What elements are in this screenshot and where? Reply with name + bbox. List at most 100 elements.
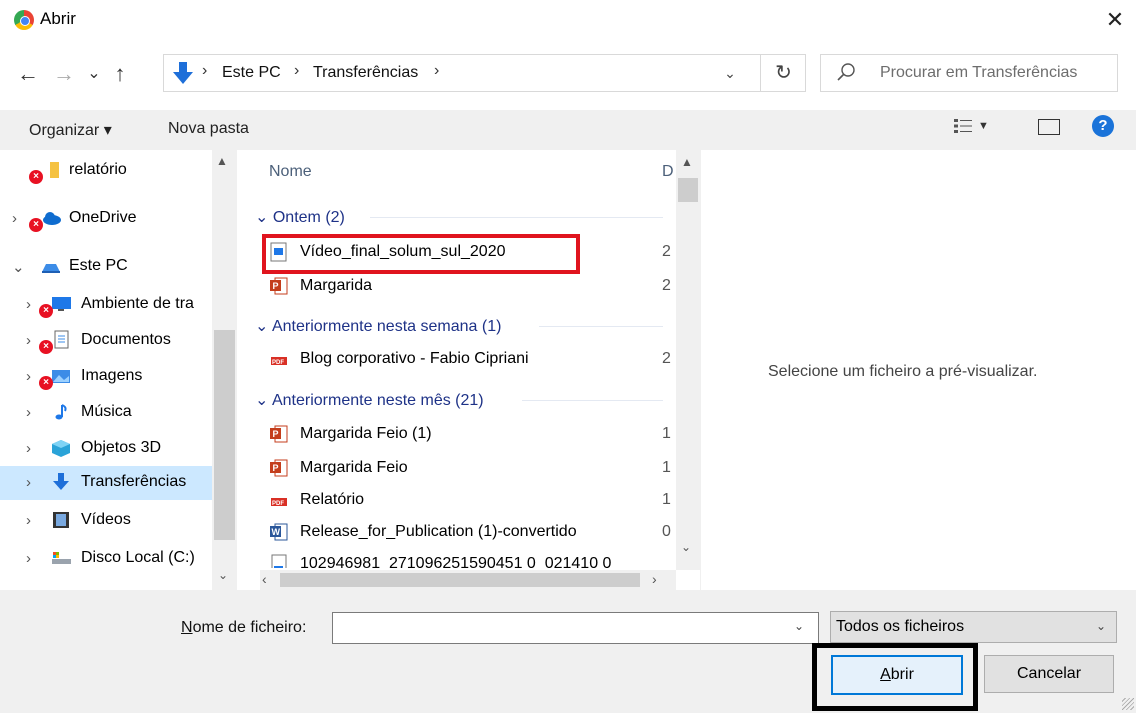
chevron-right-icon[interactable]: › <box>26 332 40 349</box>
sidebar-item-este-pc[interactable]: ⌄ Este PC <box>0 250 212 284</box>
sidebar-item-label: relatório <box>69 161 127 178</box>
address-dropdown-button[interactable]: ⌄ <box>718 60 742 86</box>
open-button[interactable]: Abrir <box>831 655 963 695</box>
sidebar-item-label: Documentos <box>81 331 171 348</box>
chevron-right-icon[interactable]: › <box>12 210 26 227</box>
filename-input[interactable] <box>332 612 819 644</box>
file-name: Blog corporativo - Fabio Cipriani <box>300 350 529 367</box>
sidebar-item-label: Imagens <box>81 367 143 384</box>
3d-objects-icon <box>50 438 72 458</box>
sidebar-item-v-deos[interactable]: › Vídeos <box>0 504 212 538</box>
scroll-left-icon[interactable]: ‹ <box>262 571 267 587</box>
scroll-up-icon[interactable]: ▲ <box>681 155 693 169</box>
sidebar-item-documentos[interactable]: › × Documentos <box>0 324 212 358</box>
sidebar-item-label: Vídeos <box>81 511 131 528</box>
column-header-name[interactable]: Nome <box>269 163 312 181</box>
help-icon[interactable]: ? <box>1092 115 1114 137</box>
group-header[interactable]: ⌄ Anteriormente neste mês (21) <box>255 390 484 410</box>
scroll-down-icon[interactable]: ⌄ <box>218 568 228 582</box>
view-dropdown-icon[interactable]: ▼ <box>978 120 989 132</box>
sidebar-item-m-sica[interactable]: › Música <box>0 396 212 430</box>
search-icon <box>837 63 855 81</box>
sidebar-item-objetos-3d[interactable]: › Objetos 3D <box>0 432 212 466</box>
file-row[interactable]: PDF Relatório 1: <box>258 486 672 516</box>
breadcrumb-transferencias[interactable]: Transferências <box>313 64 418 82</box>
chevron-right-icon[interactable]: › <box>26 368 40 385</box>
file-row[interactable]: 102946981_271096251590451 0_021410 00 <box>258 550 658 568</box>
music-icon <box>50 402 72 422</box>
file-list-vertical-scrollbar[interactable] <box>676 150 700 570</box>
filename-label: Nome de ficheiro: <box>181 619 307 636</box>
group-divider <box>522 400 663 401</box>
chevron-down-icon[interactable]: ⌄ <box>794 619 804 633</box>
cancel-button[interactable]: Cancelar <box>984 655 1114 693</box>
sidebar-item-ambiente-de-tra[interactable]: › × Ambiente de tra <box>0 288 212 322</box>
file-row[interactable]: PDF Blog corporativo - Fabio Cipriani 2 <box>258 345 671 375</box>
chevron-down-icon[interactable]: ⌄ <box>1096 619 1106 633</box>
resize-grip-icon[interactable] <box>1122 698 1134 710</box>
scroll-up-icon[interactable]: ▲ <box>216 154 228 168</box>
close-button[interactable]: ✕ <box>1100 6 1130 34</box>
chevron-right-icon[interactable]: › <box>26 550 40 567</box>
group-header[interactable]: ⌄ Anteriormente nesta semana (1) <box>255 316 501 336</box>
scroll-right-icon[interactable]: › <box>652 571 657 587</box>
desktop-icon <box>50 294 72 314</box>
up-button[interactable]: ↑ <box>106 58 134 90</box>
chevron-right-icon[interactable]: › <box>26 474 40 491</box>
navigation-scroll-thumb[interactable] <box>214 330 235 540</box>
sidebar-item-disco-local-c-[interactable]: › Disco Local (C:) <box>0 542 212 576</box>
file-list-hscroll-thumb[interactable] <box>280 573 640 587</box>
new-folder-button[interactable]: Nova pasta <box>168 120 249 138</box>
svg-text:W: W <box>272 527 281 537</box>
file-row[interactable]: P Margarida Feio 1: <box>258 454 672 484</box>
scroll-down-icon[interactable]: ⌄ <box>681 540 691 554</box>
sidebar-item-onedrive[interactable]: › × OneDrive <box>0 202 212 236</box>
file-row[interactable]: W Release_for_Publication (1)-convertido 0… <box>258 518 672 548</box>
error-badge-icon: × <box>39 376 53 390</box>
file-row[interactable]: P Margarida 2: <box>258 272 672 302</box>
view-options-icon[interactable] <box>952 116 974 136</box>
sidebar-item-label: OneDrive <box>69 209 137 226</box>
file-row[interactable]: P Margarida Feio (1) 1: <box>258 420 672 450</box>
pdf-icon: PDF <box>270 490 288 510</box>
back-button[interactable]: ← <box>14 58 42 90</box>
file-date: 2 <box>662 350 671 367</box>
documents-icon <box>50 330 72 350</box>
svg-text:PDF: PDF <box>272 360 284 366</box>
refresh-button[interactable]: ↻ <box>760 54 806 92</box>
breadcrumb-separator: › <box>294 62 300 79</box>
pdf-icon: PDF <box>270 349 288 369</box>
file-date: 2: <box>662 277 672 294</box>
group-header[interactable]: ⌄ Ontem (2) <box>255 207 345 227</box>
sidebar-item-relat-rio[interactable]: × relatório <box>0 154 212 188</box>
organize-menu-button[interactable]: Organizar ▾ <box>29 120 112 140</box>
file-date: 1: <box>662 459 672 476</box>
chevron-down-icon[interactable]: ⌄ <box>12 258 26 276</box>
sidebar-item-label: Objetos 3D <box>81 439 162 456</box>
group-divider <box>539 326 663 327</box>
breadcrumb-separator[interactable]: › <box>434 62 439 80</box>
folder-icon <box>40 160 62 180</box>
svg-text:P: P <box>273 463 279 473</box>
breadcrumb-este-pc[interactable]: Este PC <box>222 64 281 82</box>
svg-text:P: P <box>273 281 279 291</box>
preview-pane-icon[interactable] <box>1038 119 1060 135</box>
chevron-right-icon[interactable]: › <box>26 404 40 421</box>
forward-button[interactable]: → <box>50 58 78 90</box>
file-name: Margarida Feio <box>300 459 408 476</box>
sidebar-item-imagens[interactable]: › × Imagens <box>0 360 212 394</box>
chevron-right-icon[interactable]: › <box>26 296 40 313</box>
chevron-right-icon[interactable]: › <box>26 440 40 457</box>
highlight-annotation <box>262 234 580 274</box>
downloads-icon <box>50 472 72 492</box>
error-badge-icon: × <box>39 340 53 354</box>
column-header-date[interactable]: D <box>662 163 674 181</box>
svg-text:P: P <box>273 429 279 439</box>
chevron-right-icon[interactable]: › <box>26 512 40 529</box>
pictures-icon <box>50 366 72 386</box>
recent-locations-button[interactable]: ⌄ <box>80 58 108 90</box>
sidebar-item-transfer-ncias[interactable]: › Transferências <box>0 466 212 500</box>
file-list-scroll-thumb[interactable] <box>678 178 698 202</box>
videos-icon <box>50 510 72 530</box>
title-bar <box>0 0 1136 40</box>
